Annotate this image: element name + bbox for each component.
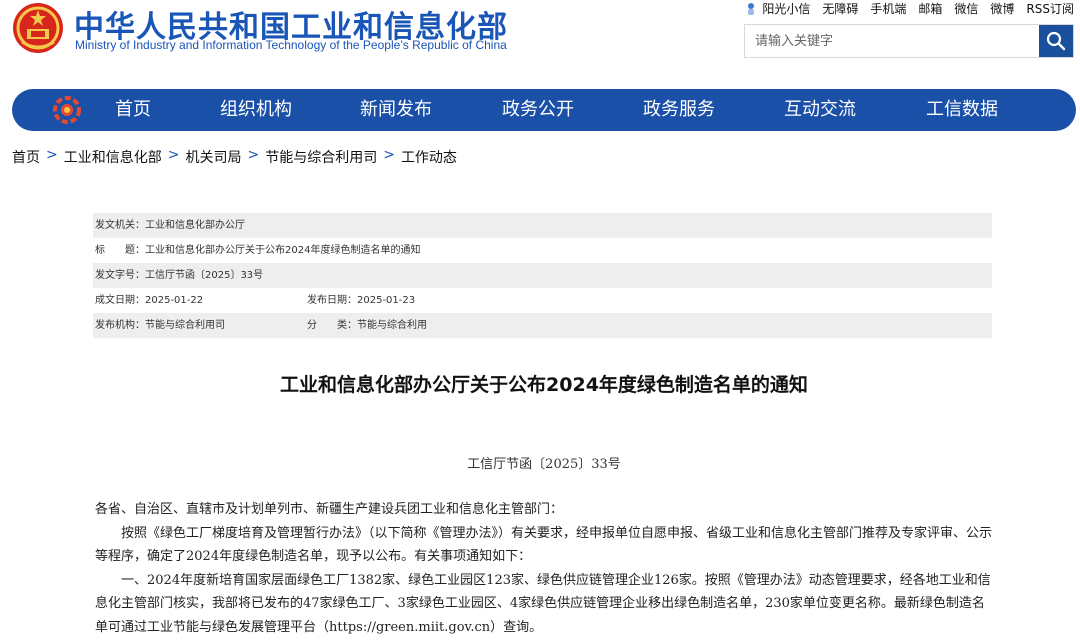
breadcrumb-ministry[interactable]: 工业和信息化部 [64, 147, 162, 167]
nav-item-interaction[interactable]: 互动交流 [784, 89, 856, 131]
site-header: 中华人民共和国工业和信息化部 Ministry of Industry and … [0, 0, 1080, 86]
site-title-english: Ministry of Industry and Information Tec… [75, 38, 507, 52]
breadcrumb-home[interactable]: 首页 [12, 147, 40, 167]
top-link-sunshine[interactable]: 阳光小信 [744, 0, 810, 17]
top-links: 阳光小信 无障碍 手机端 邮箱 微信 微博 RSS订阅 [744, 0, 1074, 17]
breadcrumb-separator: > [383, 147, 395, 163]
breadcrumb-separator: > [46, 147, 58, 163]
breadcrumb-separator: > [167, 147, 180, 163]
document-meta-table: 发文机关：工业和信息化部办公厅 标 题：工业和信息化部办公厅关于公布2024年度… [93, 213, 992, 338]
nav-item-news[interactable]: 新闻发布 [360, 89, 432, 131]
meta-row-dates: 成文日期：2025-01-22 发布日期：2025-01-23 [93, 288, 992, 313]
top-link-mobile[interactable]: 手机端 [870, 0, 906, 17]
search-box [744, 24, 1074, 58]
meta-label: 发文机关： [95, 220, 145, 231]
national-emblem-icon[interactable] [12, 2, 64, 54]
nav-item-gov-services[interactable]: 政务服务 [643, 89, 715, 131]
meta-row-title: 标 题：工业和信息化部办公厅关于公布2024年度绿色制造名单的通知 [93, 238, 992, 263]
meta-docno: 工信厅节函〔2025〕33号 [145, 270, 264, 281]
breadcrumb-departments[interactable]: 机关司局 [185, 147, 241, 167]
meta-label: 分 类： [307, 320, 357, 331]
top-link-wechat[interactable]: 微信 [954, 0, 978, 17]
search-icon [1046, 31, 1066, 51]
breadcrumb-department[interactable]: 节能与综合利用司 [265, 147, 377, 167]
meta-org: 节能与综合利用司 [145, 320, 225, 331]
meta-row-issuer: 发文机关：工业和信息化部办公厅 [93, 213, 992, 238]
top-link-rss[interactable]: RSS订阅 [1026, 0, 1074, 17]
meta-label: 标 题： [95, 245, 145, 256]
breadcrumb: 首页 > 工业和信息化部 > 机关司局 > 节能与综合利用司 > 工作动态 [12, 147, 457, 167]
article-body: 各省、自治区、直辖市及计划单列市、新疆生产建设兵团工业和信息化主管部门： 按照《… [95, 498, 995, 639]
article-paragraph: 一、2024年度新培育国家层面绿色工厂1382家、绿色工业园区123家、绿色供应… [95, 572, 991, 635]
search-input[interactable] [745, 25, 1039, 57]
meta-issuer: 工业和信息化部办公厅 [145, 220, 245, 231]
meta-row-docno: 发文字号：工信厅节函〔2025〕33号 [93, 263, 992, 288]
article-paragraph: 按照《绿色工厂梯度培育及管理暂行办法》（以下简称《管理办法》）有关要求，经申报单… [95, 525, 993, 565]
top-link-weibo[interactable]: 微博 [990, 0, 1014, 17]
nav-item-organization[interactable]: 组织机构 [220, 89, 292, 131]
nav-item-gov-affairs[interactable]: 政务公开 [502, 89, 574, 131]
mascot-icon [748, 2, 755, 15]
top-link-accessibility[interactable]: 无障碍 [822, 0, 858, 17]
main-nav: 首页 组织机构 新闻发布 政务公开 政务服务 互动交流 工信数据 [12, 89, 1076, 131]
meta-category: 节能与综合利用 [357, 320, 427, 331]
meta-created-date: 2025-01-22 [145, 295, 204, 306]
meta-label: 成文日期： [95, 295, 145, 306]
meta-label: 发文字号： [95, 270, 145, 281]
meta-label: 发布日期： [307, 295, 357, 306]
nav-item-home[interactable]: 首页 [115, 89, 151, 131]
search-button[interactable] [1039, 25, 1073, 57]
meta-published-date: 2025-01-23 [357, 295, 416, 306]
article-salutation: 各省、自治区、直辖市及计划单列市、新疆生产建设兵团工业和信息化主管部门： [95, 502, 564, 517]
meta-label: 发布机构： [95, 320, 145, 331]
top-link-label: 阳光小信 [762, 2, 811, 16]
top-link-mail[interactable]: 邮箱 [918, 0, 942, 17]
nav-item-data[interactable]: 工信数据 [926, 89, 998, 131]
article-doc-number: 工信厅节函〔2025〕33号 [467, 457, 621, 472]
breadcrumb-separator: > [247, 147, 260, 163]
article-title: 工业和信息化部办公厅关于公布2024年度绿色制造名单的通知 [280, 374, 808, 396]
breadcrumb-current[interactable]: 工作动态 [401, 147, 457, 167]
meta-title: 工业和信息化部办公厅关于公布2024年度绿色制造名单的通知 [145, 245, 421, 256]
meta-row-org: 发布机构：节能与综合利用司 分 类：节能与综合利用 [93, 313, 992, 338]
miit-logo-icon[interactable] [52, 95, 82, 125]
